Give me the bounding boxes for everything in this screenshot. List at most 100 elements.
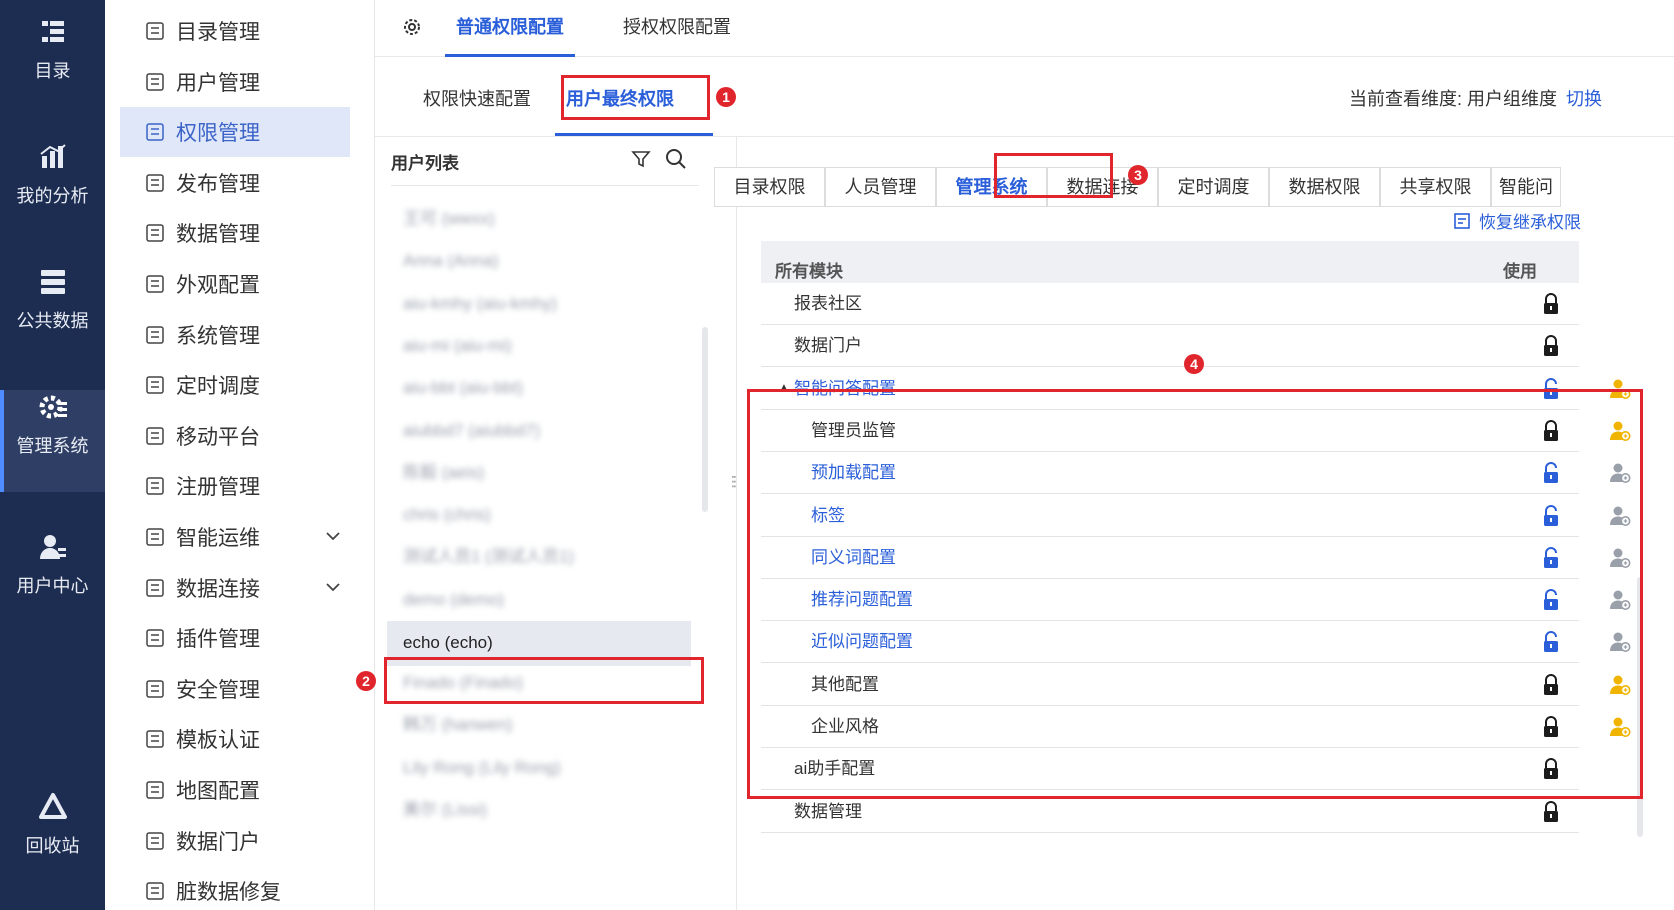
menu-item-data[interactable]: 数据管理 (120, 208, 350, 258)
restore-label: 恢复继承权限 (1479, 213, 1581, 232)
menu-item-portal[interactable]: 数据门户 (120, 816, 350, 866)
analysis-icon (39, 144, 66, 168)
highlight-box-3 (994, 153, 1113, 198)
user-list-item[interactable]: 王可 (wwxx) (403, 197, 703, 241)
menu-item-label: 安全管理 (176, 678, 260, 702)
menu-item-mobile[interactable]: 移动平台 (120, 411, 350, 461)
menu-item-publish[interactable]: 发布管理 (120, 158, 350, 208)
user-list-item[interactable]: demo (demo) (403, 578, 703, 622)
restore-icon (1454, 212, 1470, 229)
menu-item-label: 数据门户 (176, 830, 260, 854)
nav-item-analysis[interactable]: 我的分析 (0, 140, 105, 242)
tab-data-permission[interactable]: 数据权限 (1269, 167, 1380, 207)
grid-row[interactable]: 报表社区 (761, 283, 1579, 325)
tab-normal-permission[interactable]: 普通权限配置 (445, 0, 575, 57)
menu-item-catalog[interactable]: 目录管理 (120, 6, 350, 56)
tab-grant-permission[interactable]: 授权权限配置 (623, 0, 731, 57)
menu-item-label: 地图配置 (176, 780, 260, 803)
user-list-item[interactable]: 韩万 (hanwen) (403, 703, 703, 747)
nav-item-public-data[interactable]: 公共数据 (0, 265, 105, 367)
plugin-icon (146, 629, 164, 647)
user-list-title: 用户列表 (391, 154, 459, 173)
menu-item-label: 移动平台 (176, 425, 260, 449)
menu-item-label: 脏数据修复 (176, 881, 281, 905)
menu-item-data-connection[interactable]: 数据连接 (120, 563, 350, 613)
menu-item-template-cert[interactable]: 模板认证 (120, 714, 350, 764)
nav-item-recycle[interactable]: 回收站 (0, 790, 105, 892)
menu-item-map[interactable]: 地图配置 (120, 765, 350, 815)
tab-personnel[interactable]: 人员管理 (825, 167, 936, 207)
menu-item-register[interactable]: 注册管理 (120, 461, 350, 511)
header-module: 所有模块 (775, 262, 843, 281)
grid-row[interactable]: 数据门户 (761, 325, 1579, 368)
tab-quick-config[interactable]: 权限快速配置 (423, 85, 531, 111)
menu-item-label: 数据管理 (176, 223, 260, 247)
list-icon (146, 22, 164, 40)
nav-item-catalog[interactable]: 目录 (0, 15, 105, 117)
user-list-item[interactable]: aiu-bbt (aiu-bbt) (403, 366, 703, 410)
user-icon (146, 72, 164, 91)
highlight-box-1 (561, 75, 710, 120)
resize-handle[interactable]: ⋮ (726, 474, 740, 488)
user-list-item[interactable]: 陈毅 (aeis) (403, 451, 703, 495)
publish-icon (146, 174, 164, 192)
lock-icon[interactable] (1541, 800, 1561, 823)
user-list-item[interactable]: aiu-mi (aiu-mi) (403, 324, 703, 368)
link-icon (146, 578, 164, 597)
badge-2: 2 (356, 671, 376, 691)
user-list-item[interactable]: aiu-kmhy (aiu-kmhy) (403, 282, 703, 326)
restore-inherit-button[interactable]: 恢复继承权限 (1453, 208, 1581, 233)
portal-icon (146, 831, 164, 850)
search-icon[interactable] (665, 148, 687, 170)
menu-item-smart-ops[interactable]: 智能运维 (120, 512, 350, 562)
menu-item-label: 插件管理 (176, 628, 260, 652)
user-list-item[interactable]: 美尔 (Lissi) (403, 788, 703, 832)
user-list-item[interactable]: chris (chris) (403, 493, 703, 537)
user-list-scrollbar[interactable] (702, 327, 708, 512)
user-list-item[interactable]: Anna (Anna) (403, 239, 703, 283)
menu-item-dirty-data[interactable]: 脏数据修复 (120, 866, 350, 910)
chevron-down-icon[interactable] (324, 527, 342, 545)
security-icon (146, 680, 164, 698)
tab-schedule[interactable]: 定时调度 (1158, 167, 1269, 207)
switch-link[interactable]: 切换 (1566, 85, 1602, 111)
menu-item-plugin[interactable]: 插件管理 (120, 613, 350, 663)
user-list-item[interactable]: Lily Rong (Lily Rong) (403, 746, 703, 790)
dimension-label: 当前查看维度: 用户组维度 (1349, 89, 1558, 109)
user-list-item[interactable]: aiubbd7 (aiubbd7) (403, 409, 703, 453)
menu-item-label: 目录管理 (176, 21, 260, 44)
highlight-box-2 (384, 657, 704, 704)
settings-icon (39, 395, 67, 419)
nav-label: 目录 (34, 61, 71, 81)
user-center-icon (39, 535, 66, 559)
nav-label: 公共数据 (16, 311, 89, 331)
tab-share-permission[interactable]: 共享权限 (1380, 167, 1491, 207)
nav-item-user-center[interactable]: 用户中心 (0, 530, 105, 632)
nav-item-admin-system[interactable]: 管理系统 (0, 390, 105, 492)
nav-label: 回收站 (25, 836, 80, 856)
filter-icon[interactable] (631, 149, 651, 169)
lock-icon[interactable] (1541, 293, 1561, 315)
lock-icon[interactable] (1541, 335, 1561, 357)
menu-item-appearance[interactable]: 外观配置 (120, 259, 350, 309)
menu-item-user[interactable]: 用户管理 (120, 57, 350, 107)
menu-item-security[interactable]: 安全管理 (120, 664, 350, 714)
top-tabbar: 普通权限配置 授权权限配置 (375, 0, 1674, 57)
menu-item-label: 用户管理 (176, 71, 260, 95)
chevron-down-icon[interactable] (324, 578, 342, 596)
gear-icon[interactable] (401, 16, 423, 38)
grid-row-name: 数据门户 (794, 336, 862, 356)
user-list-item[interactable]: 测试人员1 (测试人员1) (403, 535, 703, 579)
badge-3: 3 (1128, 165, 1148, 185)
repair-icon (146, 882, 164, 900)
cert-icon (146, 730, 164, 749)
register-icon (146, 477, 164, 496)
tab-smart-qa[interactable]: 智能问答 (1491, 167, 1561, 207)
menu-item-system[interactable]: 系统管理 (120, 310, 350, 360)
tab-catalog-permission[interactable]: 目录权限 (714, 167, 825, 207)
menu-item-label: 系统管理 (176, 324, 260, 348)
header-use: 使用 (1503, 262, 1537, 281)
menu-item-permission[interactable]: 权限管理 (120, 107, 350, 158)
menu-item-label: 模板认证 (176, 729, 260, 753)
menu-item-schedule[interactable]: 定时调度 (120, 360, 350, 410)
